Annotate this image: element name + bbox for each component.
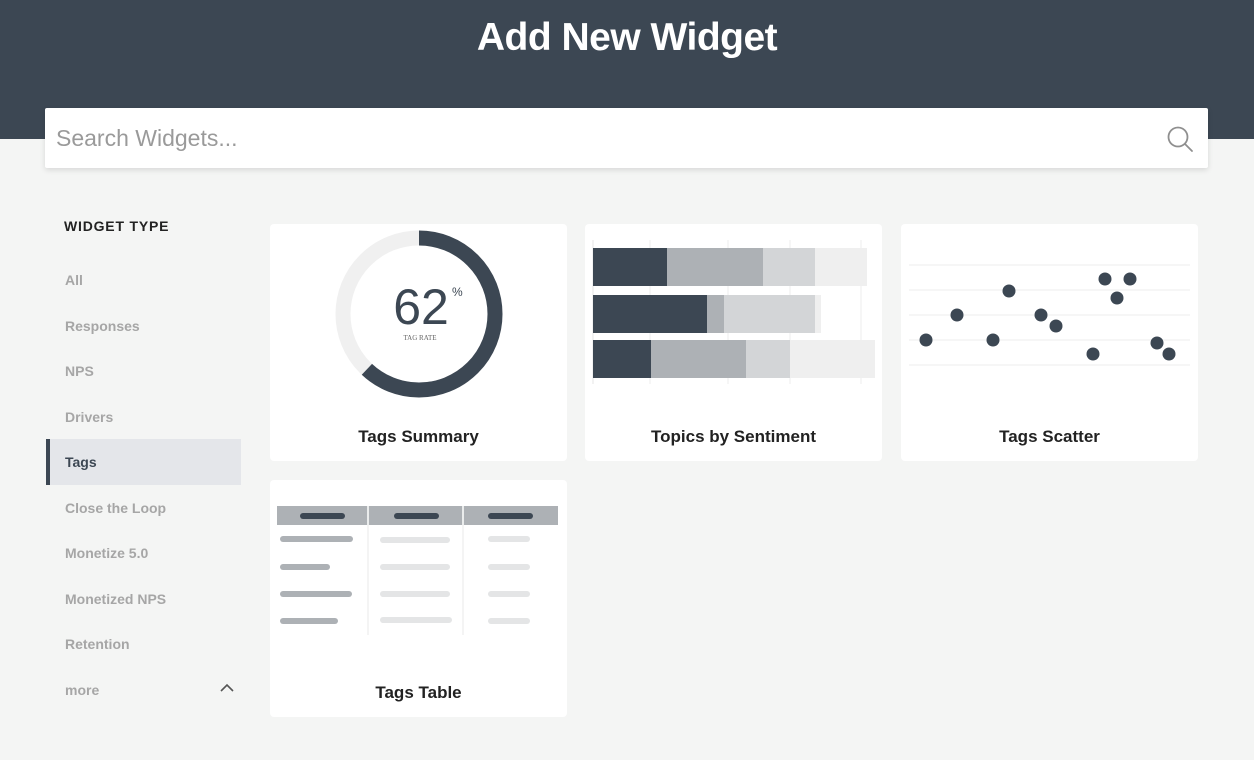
sidebar-item-label: Tags <box>65 454 97 470</box>
sidebar-item-responses[interactable]: Responses <box>46 303 241 349</box>
sidebar-item-retention[interactable]: Retention <box>46 621 241 667</box>
widget-title: Tags Scatter <box>999 427 1100 446</box>
scatter-preview <box>909 264 1190 366</box>
sidebar-item-label: Responses <box>65 318 140 334</box>
widget-title: Tags Summary <box>358 427 479 446</box>
sidebar-item-label: Monetize 5.0 <box>65 545 149 561</box>
sidebar-item-label: NPS <box>65 363 94 379</box>
search-bar <box>45 108 1208 168</box>
sidebar-item-label: Close the Loop <box>65 500 167 516</box>
search-icon[interactable] <box>1166 125 1194 153</box>
chevron-up-icon <box>220 683 234 692</box>
search-input[interactable] <box>45 108 1145 168</box>
sidebar-item-label: Drivers <box>65 409 114 425</box>
sidebar-item-monetized-nps[interactable]: Monetized NPS <box>46 576 241 622</box>
page-title: Add New Widget <box>476 16 778 59</box>
sidebar-item-label: Retention <box>65 636 130 652</box>
sidebar-item-nps[interactable]: NPS <box>46 348 241 394</box>
widget-card-tags-table[interactable]: Tags Table <box>270 480 567 717</box>
sidebar-item-drivers[interactable]: Drivers <box>46 394 241 440</box>
sidebar-item-all[interactable]: All <box>46 257 241 303</box>
sidebar-item-tags[interactable]: Tags <box>46 439 241 485</box>
sidebar-item-label: Monetized NPS <box>65 591 167 607</box>
widget-card-tags-summary[interactable]: 62 % TAG RATE Tags Summary <box>270 224 567 461</box>
widget-title: Tags Table <box>375 683 462 702</box>
tag-rate-value: 62 <box>393 279 449 335</box>
stacked-bar-preview <box>592 240 875 384</box>
sidebar-item-label: more <box>65 682 100 698</box>
donut-preview: 62 % TAG RATE <box>335 230 503 398</box>
sidebar-item-close-the-loop[interactable]: Close the Loop <box>46 485 241 531</box>
table-preview <box>277 506 558 635</box>
tag-rate-caption: TAG RATE <box>403 334 436 342</box>
sidebar-item-more[interactable]: more <box>46 667 241 713</box>
sidebar-item-monetize[interactable]: Monetize 5.0 <box>46 530 241 576</box>
tag-rate-unit: % <box>452 285 463 299</box>
widget-card-tags-scatter[interactable]: Tags Scatter <box>901 224 1198 461</box>
widget-title: Topics by Sentiment <box>651 427 816 446</box>
sidebar-item-label: All <box>65 272 83 288</box>
sidebar-heading: WIDGET TYPE <box>64 218 170 234</box>
widget-card-topics-by-sentiment[interactable]: Topics by Sentiment <box>585 224 882 461</box>
